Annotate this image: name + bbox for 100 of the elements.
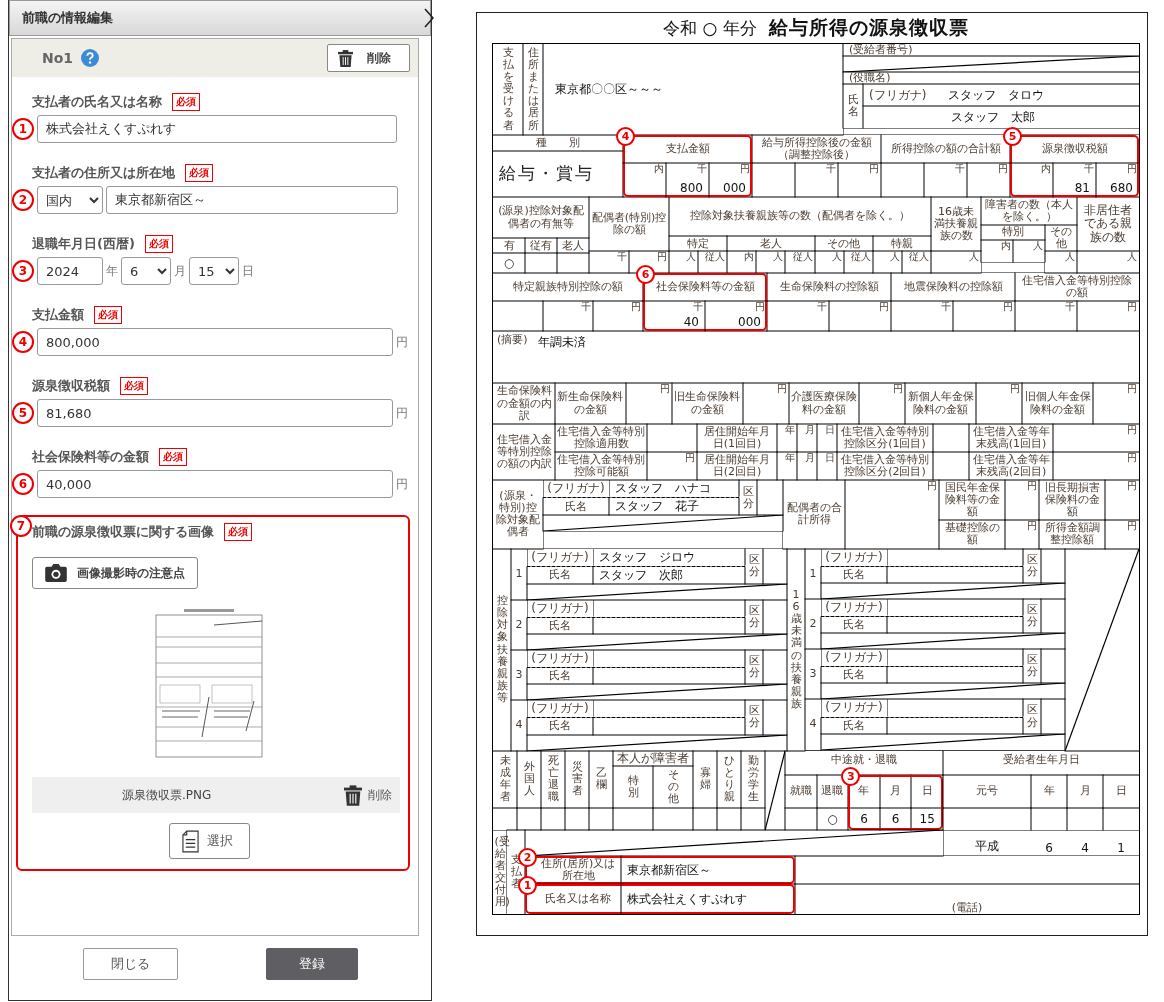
form-label: (フリガナ) xyxy=(531,652,589,666)
form-label: 年 xyxy=(858,785,870,798)
unit-label: 人 xyxy=(969,252,979,263)
form-label: 受給者生年月日 xyxy=(1002,753,1080,766)
region-select[interactable]: 国内 xyxy=(37,186,103,214)
unit-label: 千 xyxy=(941,302,951,313)
form-label: 源泉徴収税額 xyxy=(1041,142,1108,155)
unit-label: 千 xyxy=(581,302,591,313)
form-label: (フリガナ) xyxy=(869,88,927,102)
unit-label: 従人 xyxy=(792,252,813,263)
form-label: 介護医療保険料の金額 xyxy=(790,391,858,416)
help-icon[interactable] xyxy=(81,49,100,67)
form-label: 老人 xyxy=(759,237,782,250)
form-label: 住所または居所 xyxy=(527,47,539,132)
delete-file-button[interactable]: 削除 xyxy=(344,784,392,806)
form-label: 勤労学生 xyxy=(747,755,759,804)
row-number: 4 xyxy=(809,718,817,731)
unit-label: 円 xyxy=(1127,481,1137,492)
form-label: 生命保険料の控除額 xyxy=(779,281,879,294)
day-select[interactable]: 15 xyxy=(189,257,239,285)
form-label: 住所(居所)又は所在地 xyxy=(539,858,617,883)
form-label: 外国人 xyxy=(523,761,535,798)
file-name: 源泉徴収票.PNG xyxy=(122,786,212,804)
form-label: 支払金額 xyxy=(665,142,710,155)
form-label: 氏名 xyxy=(843,669,865,682)
form-label: (摘要) xyxy=(497,334,528,347)
chevron-icon[interactable] xyxy=(424,8,434,28)
unit-label: 日 xyxy=(825,452,835,463)
unit-label: 円 xyxy=(740,163,750,174)
unit-label: 千 xyxy=(1065,302,1075,313)
row-number: 2 xyxy=(809,617,817,630)
form-value: 東京都新宿区～ xyxy=(627,861,711,879)
form-label: 給与所得控除後の金額（調整控除後） xyxy=(760,136,873,161)
document-icon xyxy=(181,829,199,853)
unit-label: 円 xyxy=(1127,384,1137,395)
photo-tips-button[interactable]: 画像撮影時の注意点 xyxy=(32,557,198,589)
form-label: 氏名 xyxy=(549,619,571,632)
field-label: 社会保険料等の金額 xyxy=(32,448,149,466)
form-value: スタッフ タロウ xyxy=(948,86,1045,104)
form-label: 日 xyxy=(921,785,933,798)
form-label: 住宅借入金等特別控除可能額 xyxy=(557,453,645,479)
unit-label: 円 xyxy=(1010,384,1021,395)
form-label: (フリガナ) xyxy=(825,550,883,564)
form-label: 所得金額調整控除額 xyxy=(1043,522,1101,547)
form-label: その他 xyxy=(667,768,679,806)
form-label: 氏名又は名称 xyxy=(545,893,611,906)
form-label: 生命保険料の金額の内訳 xyxy=(495,385,553,422)
address-field[interactable]: 東京都新宿区～ xyxy=(106,186,398,214)
register-button[interactable]: 登録 xyxy=(265,948,358,980)
unit-label: 人 xyxy=(831,252,842,263)
form-label: 障害者の数（本人を除く。） xyxy=(984,198,1074,224)
form-label: (源泉)控除対象配偶者の有無等 xyxy=(497,205,585,230)
slip-year: 令和 ○ 年分 xyxy=(663,17,757,40)
form-label: 配偶者(特別)控除の額 xyxy=(591,211,667,237)
unit-label: 人 xyxy=(1065,252,1075,263)
unit-label: 千 xyxy=(955,163,965,174)
form-label: (役職名) xyxy=(849,72,891,85)
required-tag: 必須 xyxy=(120,377,148,395)
amount-field[interactable]: 40,000 xyxy=(37,470,393,498)
form-label: (電話) xyxy=(951,902,983,915)
form-label: 非居住者である親族の数 xyxy=(1083,204,1133,244)
form-label: 月 xyxy=(1079,785,1091,798)
form-label: 月 xyxy=(890,785,902,798)
year-field[interactable]: 2024 xyxy=(37,257,103,285)
form-value: スタッフ ジロウ xyxy=(599,548,695,566)
select-file-button[interactable]: 選択 xyxy=(168,823,250,859)
form-label: (フリガナ) xyxy=(825,701,883,715)
unit-label: 円 xyxy=(1027,521,1037,532)
form-label: ひとり親 xyxy=(723,755,735,804)
amount-field[interactable]: 81,680 xyxy=(37,399,393,427)
form-value: 6 xyxy=(860,812,868,827)
unit-label: 日 xyxy=(242,262,254,280)
month-select[interactable]: 6 xyxy=(121,257,171,285)
form-value: 株式会社えくすぷれす xyxy=(627,890,747,908)
form-value: ○ xyxy=(827,812,838,827)
form-label: 氏名 xyxy=(843,719,865,732)
field-label: 支払者の氏名又は名称 xyxy=(32,93,162,111)
form-label: 住宅借入金等特別控除の額の内訳 xyxy=(495,433,553,470)
form-label: 16歳未満の扶養親族 xyxy=(790,589,802,710)
unit-label: 千 xyxy=(693,302,703,313)
close-button[interactable]: 閉じる xyxy=(82,948,178,980)
form-label: 中途就・退職 xyxy=(831,753,897,766)
form-label: 退職 xyxy=(821,785,844,798)
form-label: 旧生命保険料の金額 xyxy=(673,391,741,416)
form-label: 住宅借入金等特別控除区分(2回目) xyxy=(840,453,930,479)
unit-label: 人 xyxy=(1033,241,1043,252)
required-tag: 必須 xyxy=(185,164,213,182)
delete-button[interactable]: 削除 xyxy=(327,44,410,72)
form-label: 16歳未満扶養親族の数 xyxy=(933,205,979,243)
unit-label: 従人 xyxy=(705,252,726,263)
form-label: 新個人年金保険料の金額 xyxy=(907,391,975,416)
form-label: その他 xyxy=(827,237,861,250)
form-label: 乙欄 xyxy=(595,767,607,792)
form-label: 社会保険料等の金額 xyxy=(655,281,755,294)
amount-field[interactable]: 800,000 xyxy=(37,328,393,356)
text-field[interactable]: 株式会社えくすぷれす xyxy=(37,115,397,143)
unit-label: 人 xyxy=(1127,252,1137,263)
unit-label: 円 xyxy=(879,302,889,313)
unit-label: 円 xyxy=(1127,452,1137,463)
unit-label: 千 xyxy=(617,252,627,263)
